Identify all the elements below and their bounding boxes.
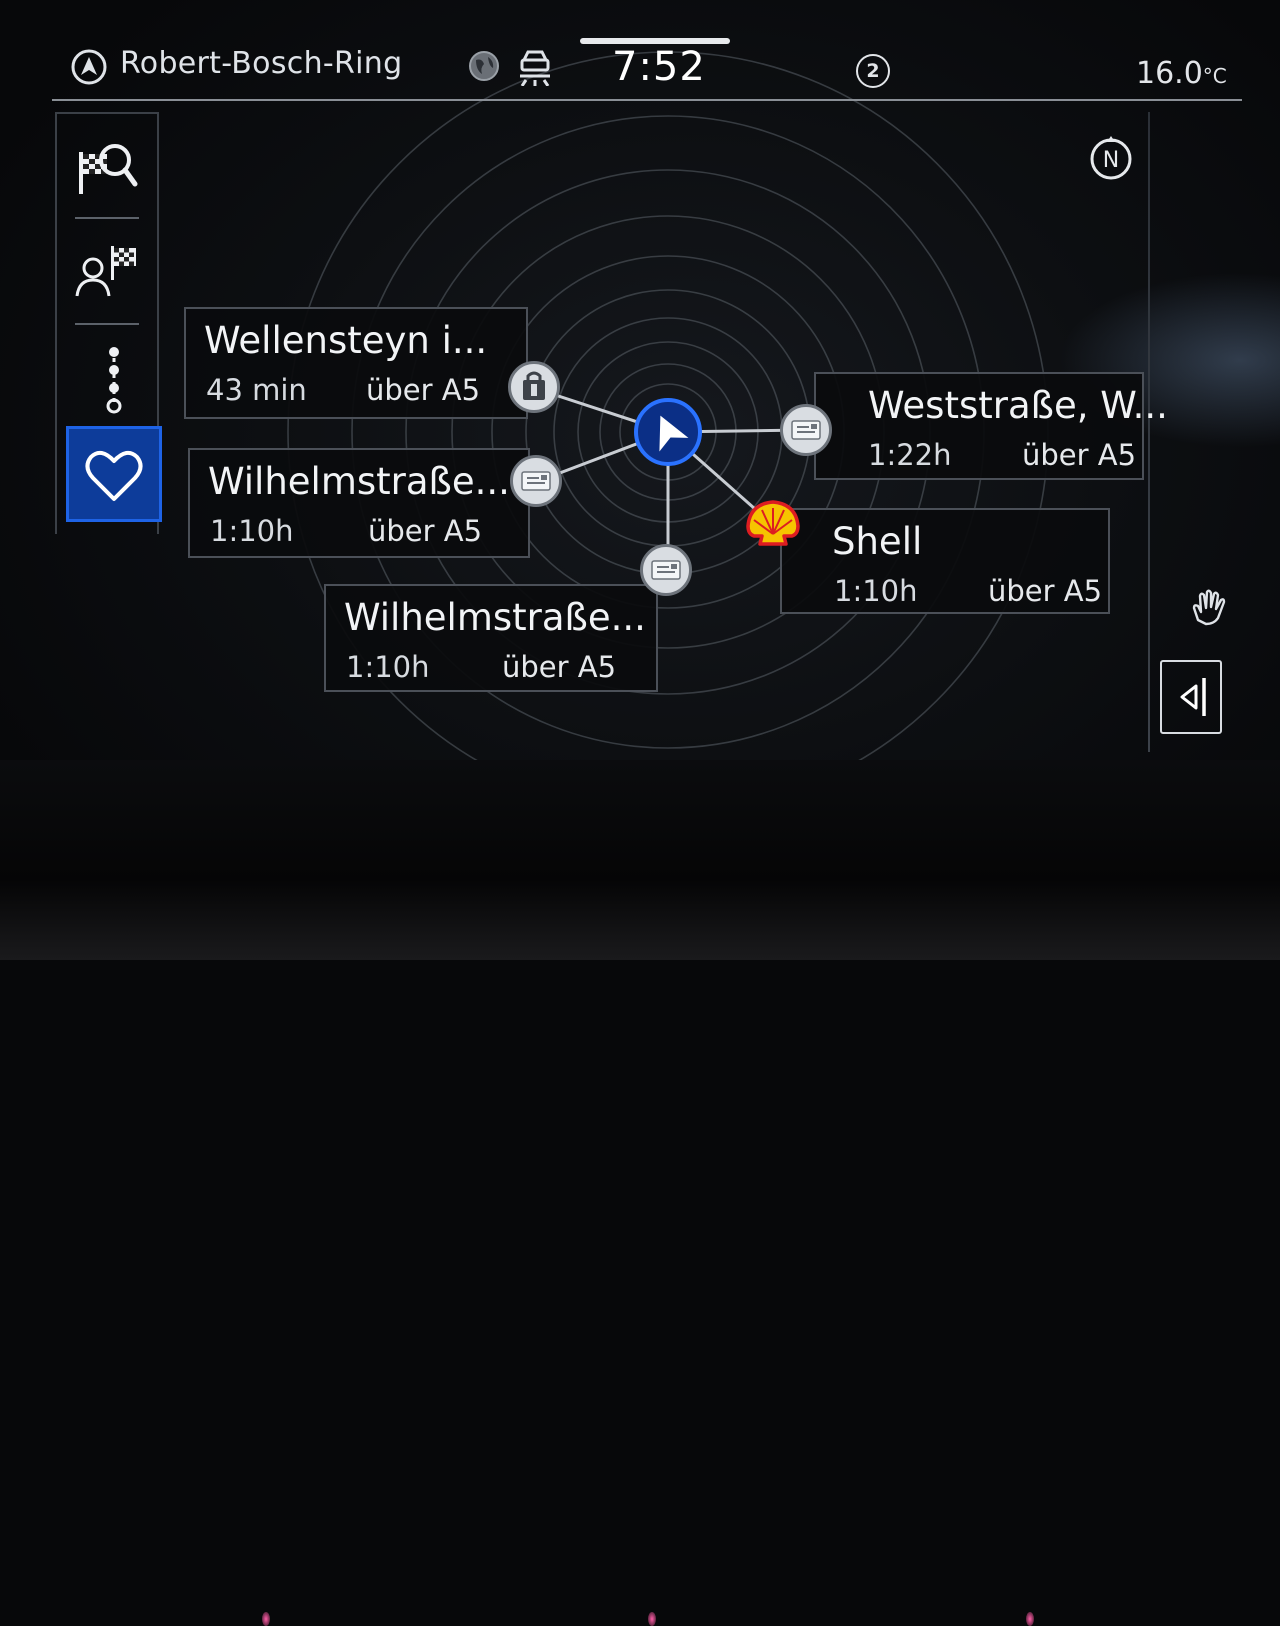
address-card-icon <box>651 560 681 580</box>
destination-travel-time: 1:22h <box>868 438 952 472</box>
destination-title: Wilhelmstraße... <box>344 596 646 639</box>
navigation-arrow-icon <box>71 49 107 85</box>
collapse-arrow-icon <box>1180 678 1206 716</box>
north-compass-button[interactable]: N <box>1088 136 1134 182</box>
destination-pin[interactable] <box>510 455 562 507</box>
contacts-destination-button[interactable] <box>57 220 157 324</box>
compass-label: N <box>1103 148 1119 173</box>
destination-title: Wellensteyn i... <box>204 319 488 362</box>
destination-title: Weststraße, W... <box>868 384 1168 427</box>
address-card-icon <box>521 471 551 491</box>
flag-search-icon <box>79 144 138 194</box>
current-location-text: Robert-Bosch-Ring <box>120 46 403 81</box>
status-bar: Robert-Bosch-Ring 7:52 2 16.0°C <box>0 0 1280 104</box>
destination-pin[interactable] <box>508 361 560 413</box>
destination-route: über A5 <box>1022 438 1137 472</box>
sidebar-divider <box>75 323 139 325</box>
destination-route: über A5 <box>502 650 617 684</box>
gesture-control-icon <box>1192 589 1226 626</box>
destination-route: über A5 <box>988 574 1103 608</box>
outside-temperature: 16.0°C <box>1136 56 1227 91</box>
heart-icon <box>85 450 143 501</box>
collapse-panel-button[interactable] <box>1160 660 1222 734</box>
display-bezel <box>0 760 1280 1626</box>
ambient-light <box>1026 1612 1034 1626</box>
ambient-light <box>262 1612 270 1626</box>
notification-badge[interactable]: 2 <box>856 54 890 88</box>
route-stops-icon <box>106 347 122 414</box>
temperature-unit: °C <box>1202 64 1227 88</box>
destination-travel-time: 43 min <box>206 373 307 407</box>
route-stops-button[interactable] <box>57 326 157 430</box>
temperature-value: 16.0 <box>1136 56 1203 91</box>
traffic-info-icon <box>520 50 550 86</box>
destination-title: Shell <box>832 520 923 563</box>
status-divider <box>52 99 1242 101</box>
destination-card[interactable]: Weststraße, W... 1:22h über A5 <box>814 372 1168 480</box>
destination-travel-time: 1:10h <box>346 650 430 684</box>
destination-route: über A5 <box>368 514 483 548</box>
destination-travel-time: 1:10h <box>834 574 918 608</box>
favorites-button[interactable] <box>66 426 162 522</box>
destination-card[interactable]: Shell 1:10h über A5 <box>780 508 1110 614</box>
destination-pin[interactable] <box>780 404 832 456</box>
destination-card[interactable]: Wilhelmstraße... 1:10h über A5 <box>324 584 658 692</box>
destination-search-button[interactable] <box>57 114 157 218</box>
globe-icon <box>469 51 499 81</box>
shopping-bag-icon <box>523 371 545 400</box>
sidebar-divider <box>75 217 139 219</box>
ambient-light <box>648 1612 656 1626</box>
right-panel-divider <box>1148 112 1150 752</box>
destination-pin[interactable] <box>640 544 692 596</box>
destination-title: Wilhelmstraße... <box>208 460 510 503</box>
destination-route: über A5 <box>366 373 481 407</box>
person-flag-icon <box>75 246 136 297</box>
destination-travel-time: 1:10h <box>210 514 294 548</box>
destination-card[interactable]: Wilhelmstraße... 1:10h über A5 <box>188 448 530 558</box>
shell-logo-icon[interactable] <box>744 498 802 550</box>
clock: 7:52 <box>612 44 706 90</box>
address-card-icon <box>791 420 821 440</box>
destination-card[interactable]: Wellensteyn i... 43 min über A5 <box>184 307 528 419</box>
